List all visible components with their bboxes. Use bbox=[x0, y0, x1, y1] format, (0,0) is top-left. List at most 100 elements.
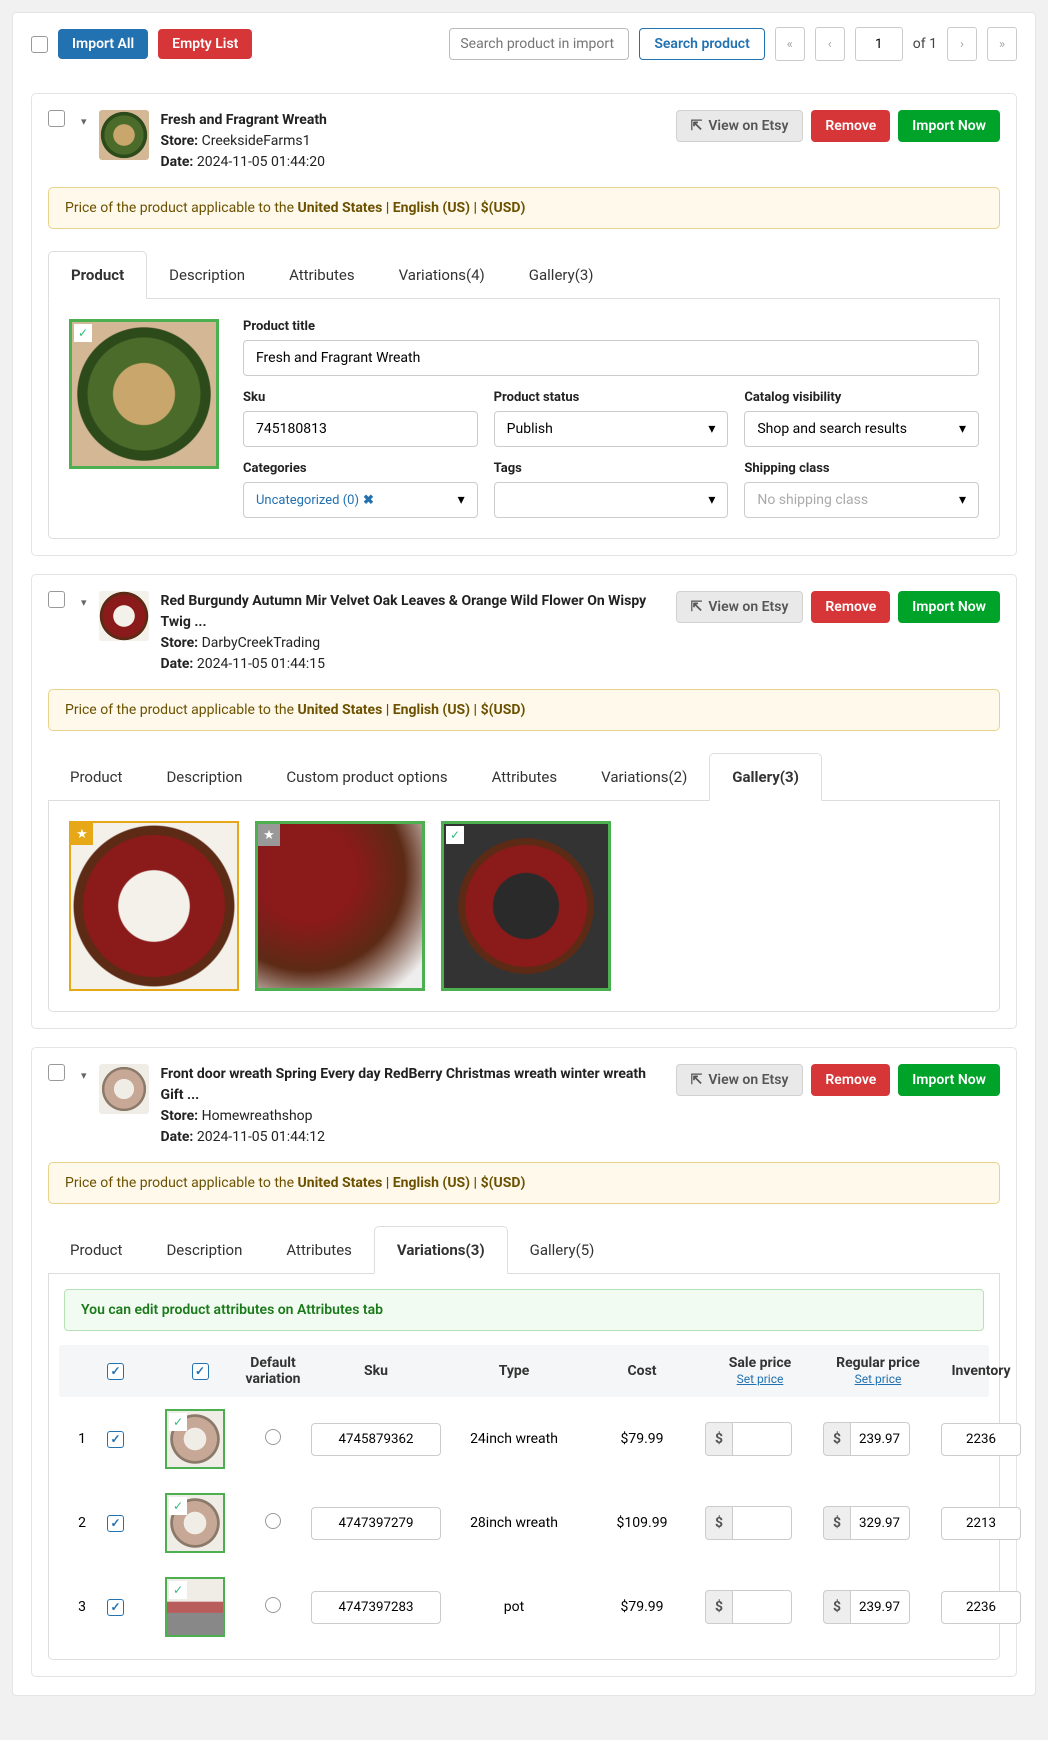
tab-variations[interactable]: Variations(2) bbox=[579, 753, 709, 800]
variation-thumbnail[interactable]: ✓ bbox=[165, 1577, 225, 1637]
import-now-button[interactable]: Import Now bbox=[898, 1064, 1000, 1096]
product-checkbox[interactable] bbox=[48, 1064, 65, 1081]
tab-attributes[interactable]: Attributes bbox=[264, 1226, 374, 1273]
regular-price-input[interactable] bbox=[850, 1506, 910, 1540]
product-title: Red Burgundy Autumn Mir Velvet Oak Leave… bbox=[161, 591, 664, 633]
variation-sku-input[interactable] bbox=[311, 1591, 441, 1624]
tab-custom-options[interactable]: Custom product options bbox=[264, 753, 469, 800]
product-expand-icon[interactable] bbox=[77, 591, 87, 610]
check-icon: ✓ bbox=[74, 324, 92, 342]
pager-first-button[interactable]: « bbox=[775, 27, 805, 61]
variation-sku-input[interactable] bbox=[311, 1507, 441, 1540]
label-tags: Tags bbox=[494, 461, 729, 476]
product-checkbox[interactable] bbox=[48, 591, 65, 608]
col-sale: Sale priceSet price bbox=[705, 1355, 815, 1387]
categories-select[interactable]: Uncategorized (0) ✖▾ bbox=[243, 482, 478, 518]
inventory-input[interactable] bbox=[941, 1507, 1021, 1540]
pager-last-button[interactable]: » bbox=[987, 27, 1017, 61]
currency-icon: $ bbox=[823, 1422, 850, 1456]
tab-gallery[interactable]: Gallery(3) bbox=[507, 251, 616, 298]
product-checkbox[interactable] bbox=[48, 110, 65, 127]
star-icon: ★ bbox=[71, 823, 93, 845]
view-on-etsy-button[interactable]: ⇱View on Etsy bbox=[676, 591, 804, 623]
external-link-icon: ⇱ bbox=[691, 118, 703, 134]
tab-gallery[interactable]: Gallery(5) bbox=[508, 1226, 617, 1273]
shipping-select[interactable]: No shipping class▾ bbox=[744, 482, 979, 518]
col-default: Default variation bbox=[243, 1355, 303, 1387]
default-variation-radio[interactable] bbox=[265, 1429, 281, 1445]
gallery-image[interactable]: ★ bbox=[69, 821, 239, 991]
pager-prev-button[interactable]: ‹ bbox=[815, 27, 845, 61]
default-variation-radio[interactable] bbox=[265, 1513, 281, 1529]
variation-thumbnail[interactable]: ✓ bbox=[165, 1409, 225, 1469]
currency-icon: $ bbox=[705, 1422, 732, 1456]
default-variation-radio[interactable] bbox=[265, 1597, 281, 1613]
variation-cost: $79.99 bbox=[587, 1599, 697, 1615]
gallery-image[interactable]: ✓ bbox=[441, 821, 611, 991]
tab-product[interactable]: Product bbox=[48, 1226, 144, 1273]
chevron-down-icon: ▾ bbox=[959, 492, 966, 508]
tab-attributes[interactable]: Attributes bbox=[470, 753, 580, 800]
sku-input[interactable] bbox=[243, 411, 478, 447]
inventory-input[interactable] bbox=[941, 1591, 1021, 1624]
tab-variations[interactable]: Variations(4) bbox=[377, 251, 507, 298]
main-image[interactable]: ✓ bbox=[69, 319, 219, 469]
search-button[interactable]: Search product bbox=[639, 28, 764, 60]
variation-thumbnail[interactable]: ✓ bbox=[165, 1493, 225, 1553]
tags-select[interactable]: ▾ bbox=[494, 482, 729, 518]
variation-row: 1✓✓24inch wreath$79.99$$ bbox=[59, 1397, 989, 1481]
select-all-checkbox[interactable] bbox=[31, 36, 48, 53]
empty-list-button[interactable]: Empty List bbox=[158, 29, 252, 59]
gallery-image[interactable]: ★ bbox=[255, 821, 425, 991]
currency-icon: $ bbox=[705, 1506, 732, 1540]
set-sale-price-link[interactable]: Set price bbox=[737, 1372, 784, 1386]
variation-checkbox[interactable]: ✓ bbox=[107, 1515, 124, 1532]
remove-button[interactable]: Remove bbox=[811, 1064, 890, 1096]
visibility-select[interactable]: Shop and search results▾ bbox=[744, 411, 979, 447]
tab-description[interactable]: Description bbox=[144, 753, 264, 800]
col-inventory: Inventory bbox=[941, 1363, 1021, 1379]
label-shipping: Shipping class bbox=[744, 461, 979, 476]
chevron-down-icon: ▾ bbox=[458, 492, 465, 508]
product-title-input[interactable] bbox=[243, 340, 979, 376]
tab-gallery[interactable]: Gallery(3) bbox=[709, 753, 822, 801]
chevron-down-icon: ▾ bbox=[959, 421, 966, 437]
include-image-checkbox[interactable]: ✓ bbox=[192, 1363, 209, 1380]
remove-chip-icon[interactable]: ✖ bbox=[363, 493, 374, 508]
tab-panel-variations: You can edit product attributes on Attri… bbox=[48, 1274, 1000, 1660]
remove-button[interactable]: Remove bbox=[811, 591, 890, 623]
search-input[interactable] bbox=[449, 28, 629, 60]
chevron-down-icon: ▾ bbox=[708, 421, 715, 437]
select-all-variations-checkbox[interactable]: ✓ bbox=[107, 1363, 124, 1380]
view-on-etsy-button[interactable]: ⇱View on Etsy bbox=[676, 1064, 804, 1096]
tab-product[interactable]: Product bbox=[48, 251, 147, 299]
tab-product[interactable]: Product bbox=[48, 753, 144, 800]
import-now-button[interactable]: Import Now bbox=[898, 591, 1000, 623]
variation-checkbox[interactable]: ✓ bbox=[107, 1431, 124, 1448]
variation-row: 2✓✓28inch wreath$109.99$$ bbox=[59, 1481, 989, 1565]
view-on-etsy-button[interactable]: ⇱View on Etsy bbox=[676, 110, 804, 142]
inventory-input[interactable] bbox=[941, 1423, 1021, 1456]
tab-attributes[interactable]: Attributes bbox=[267, 251, 377, 298]
set-regular-price-link[interactable]: Set price bbox=[855, 1372, 902, 1386]
sale-price-input[interactable] bbox=[732, 1590, 792, 1624]
import-now-button[interactable]: Import Now bbox=[898, 110, 1000, 142]
tab-description[interactable]: Description bbox=[147, 251, 267, 298]
status-select[interactable]: Publish▾ bbox=[494, 411, 729, 447]
variation-sku-input[interactable] bbox=[311, 1423, 441, 1456]
regular-price-input[interactable] bbox=[850, 1422, 910, 1456]
product-expand-icon[interactable] bbox=[77, 110, 87, 129]
sale-price-input[interactable] bbox=[732, 1422, 792, 1456]
pager-next-button[interactable]: › bbox=[947, 27, 977, 61]
product-tabs: Product Description Attributes Variation… bbox=[48, 1226, 1000, 1274]
variation-checkbox[interactable]: ✓ bbox=[107, 1599, 124, 1616]
tab-description[interactable]: Description bbox=[144, 1226, 264, 1273]
sale-price-input[interactable] bbox=[732, 1506, 792, 1540]
import-all-button[interactable]: Import All bbox=[58, 29, 148, 59]
regular-price-input[interactable] bbox=[850, 1590, 910, 1624]
col-sku: Sku bbox=[311, 1363, 441, 1379]
pager-page-input[interactable] bbox=[855, 27, 903, 61]
product-expand-icon[interactable] bbox=[77, 1064, 87, 1083]
remove-button[interactable]: Remove bbox=[811, 110, 890, 142]
tab-variations[interactable]: Variations(3) bbox=[374, 1226, 508, 1274]
